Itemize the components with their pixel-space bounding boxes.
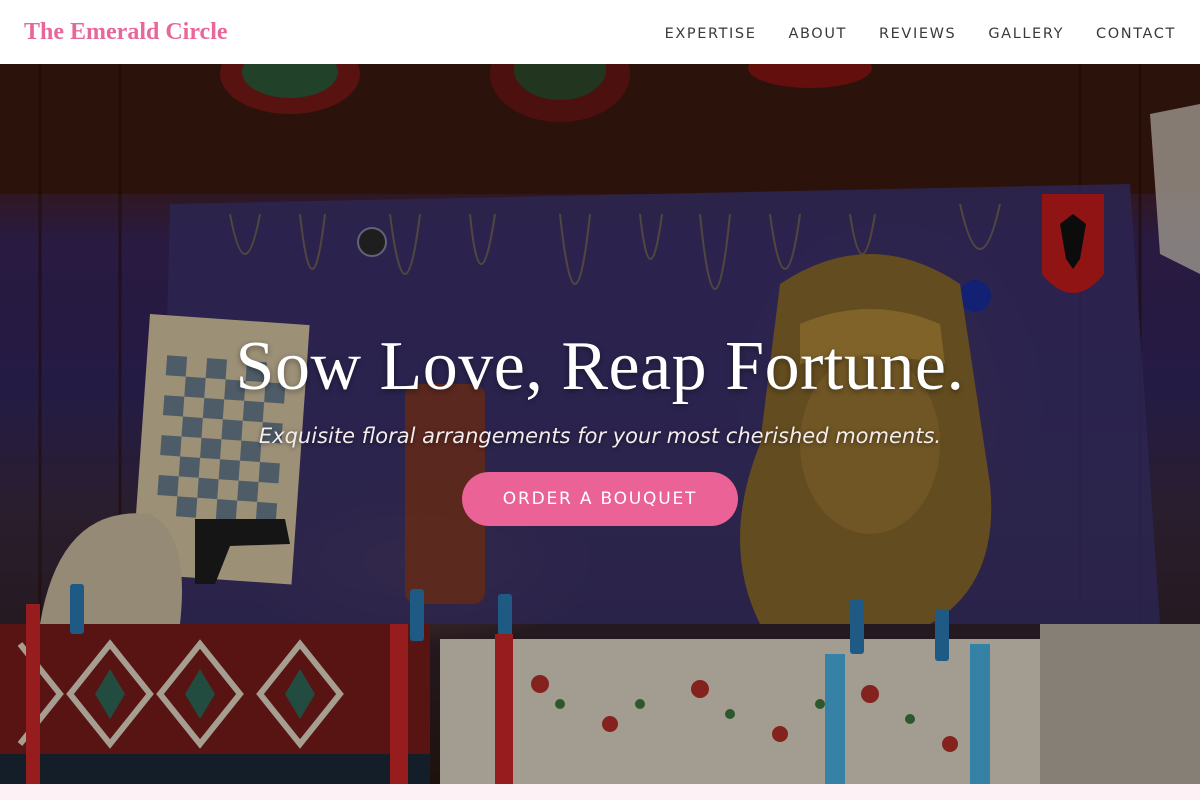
hero-subtitle: Exquisite floral arrangements for your m… <box>258 424 942 448</box>
order-bouquet-button[interactable]: ORDER A BOUQUET <box>462 472 738 526</box>
nav-link-contact[interactable]: CONTACT <box>1096 26 1176 42</box>
nav-item-expertise: EXPERTISE <box>665 23 757 42</box>
nav-item-contact: CONTACT <box>1096 23 1176 42</box>
nav-link-about[interactable]: ABOUT <box>789 26 848 42</box>
main-nav: EXPERTISE ABOUT REVIEWS GALLERY CONTACT <box>665 23 1176 42</box>
nav-link-gallery[interactable]: GALLERY <box>988 26 1064 42</box>
brand-logo-link[interactable]: The Emerald Circle <box>24 19 228 46</box>
top-navbar: The Emerald Circle EXPERTISE ABOUT REVIE… <box>0 0 1200 64</box>
next-section-edge <box>0 784 1200 800</box>
hero-section: Sow Love, Reap Fortune. Exquisite floral… <box>0 64 1200 784</box>
nav-link-expertise[interactable]: EXPERTISE <box>665 26 757 42</box>
nav-item-reviews: REVIEWS <box>879 23 956 42</box>
nav-link-reviews[interactable]: REVIEWS <box>879 26 956 42</box>
hero-content: Sow Love, Reap Fortune. Exquisite floral… <box>0 64 1200 784</box>
hero-title: Sow Love, Reap Fortune. <box>235 328 965 405</box>
nav-item-about: ABOUT <box>789 23 848 42</box>
nav-item-gallery: GALLERY <box>988 23 1064 42</box>
